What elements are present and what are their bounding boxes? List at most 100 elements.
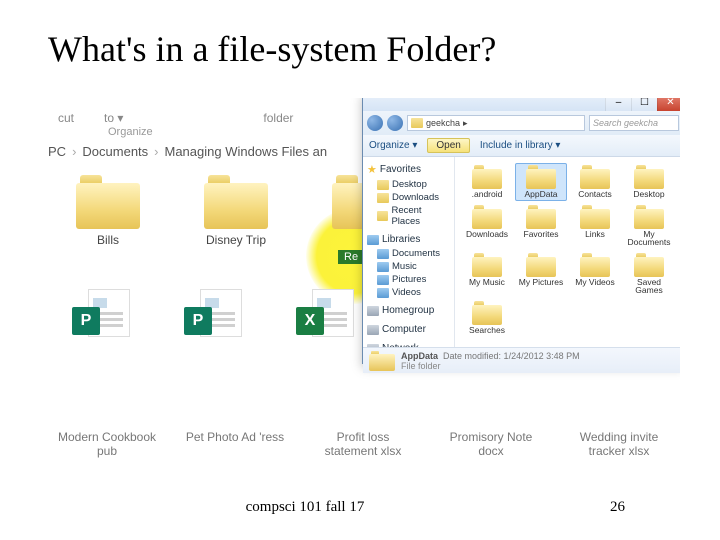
folder-item[interactable]: Links	[569, 203, 621, 249]
ribbon-folder[interactable]: folder	[263, 111, 293, 125]
maximize-button[interactable]: ☐	[631, 98, 657, 111]
address-segment[interactable]: geekcha	[426, 118, 460, 128]
folder-label: My Documents	[625, 230, 673, 247]
folder-label: Desktop	[633, 190, 664, 199]
folder-icon	[411, 118, 423, 128]
file-caption-row: Modern Cookbook pub Pet Photo Ad 'ress P…	[48, 418, 680, 459]
publisher-badge-icon: P	[184, 307, 212, 335]
sidebar-item-label: Videos	[392, 287, 421, 298]
file-item[interactable]: P	[68, 287, 132, 341]
breadcrumb[interactable]: PC› Documents› Managing Windows Files an	[48, 138, 408, 169]
sidebar-item-label: Documents	[392, 248, 440, 259]
folder-item[interactable]: Desktop	[623, 163, 675, 201]
open-button[interactable]: Open	[427, 138, 469, 153]
back-button[interactable]	[367, 115, 383, 131]
folder-icon	[580, 205, 610, 229]
sidebar-item-label: Pictures	[392, 274, 426, 285]
folder-icon	[526, 165, 556, 189]
folder-item[interactable]: Disney Trip	[196, 175, 276, 247]
favorites-label: Favorites	[380, 164, 421, 175]
address-bar[interactable]: geekcha ▸	[407, 115, 585, 131]
crumb-pc[interactable]: PC	[48, 144, 66, 159]
folder-item[interactable]: Saved Games	[623, 251, 675, 297]
folder-icon	[472, 253, 502, 277]
nav-pane: ★Favorites Desktop Downloads Recent Plac…	[363, 157, 455, 347]
star-icon: ★	[367, 163, 377, 176]
command-bar: Organize ▾ Open Include in library ▾	[363, 135, 680, 157]
explorer-body: ★Favorites Desktop Downloads Recent Plac…	[363, 157, 680, 347]
ribbon-cut[interactable]: cut	[58, 111, 74, 125]
sidebar-item-label: Downloads	[392, 192, 439, 203]
sidebar-item-documents[interactable]: Documents	[363, 247, 454, 260]
crumb-documents[interactable]: Documents	[82, 144, 148, 159]
favorites-header[interactable]: ★Favorites	[363, 161, 454, 178]
folder-grid: .android AppData Contacts Desktop Downloads F…	[461, 163, 677, 336]
libraries-header[interactable]: Libraries	[363, 232, 454, 247]
library-icon	[377, 262, 389, 272]
folder-icon	[377, 193, 389, 203]
homegroup-label: Homegroup	[382, 305, 434, 316]
sidebar-item-music[interactable]: Music	[363, 260, 454, 273]
folder-item[interactable]: Searches	[461, 299, 513, 337]
network-header[interactable]: Network	[363, 341, 454, 347]
crumb-folder[interactable]: Managing Windows Files an	[165, 144, 328, 159]
folder-item[interactable]: My Music	[461, 251, 513, 297]
folder-item[interactable]: .android	[461, 163, 513, 201]
folder-icon	[472, 205, 502, 229]
include-in-library-button[interactable]: Include in library ▾	[480, 140, 561, 151]
organize-button[interactable]: Organize ▾	[369, 140, 417, 151]
sidebar-item-label: Desktop	[392, 179, 427, 190]
folder-icon	[526, 205, 556, 229]
file-pane[interactable]: .android AppData Contacts Desktop Downloads F…	[455, 157, 680, 347]
titlebar[interactable]: – ☐ ✕	[363, 98, 680, 111]
file-item[interactable]: X	[292, 287, 356, 341]
file-caption: Promisory Note docx	[440, 430, 542, 459]
homegroup-icon	[367, 306, 379, 316]
sidebar-item-videos[interactable]: Videos	[363, 286, 454, 299]
network-icon	[367, 344, 379, 348]
file-caption: Wedding invite tracker xlsx	[568, 430, 670, 459]
folder-item[interactable]: Bills	[68, 175, 148, 247]
sidebar-item-recent[interactable]: Recent Places	[363, 204, 454, 228]
sidebar-item-label: Recent Places	[391, 205, 450, 227]
folder-label: Favorites	[524, 230, 559, 239]
slide-footer: compsci 101 fall 17 26	[0, 499, 720, 516]
folder-item[interactable]: AppData	[515, 163, 567, 201]
computer-header[interactable]: Computer	[363, 322, 454, 337]
library-icon	[377, 288, 389, 298]
minimize-icon: –	[616, 98, 622, 108]
folder-item[interactable]: My Pictures	[515, 251, 567, 297]
folder-label: Links	[585, 230, 605, 239]
slide-content: cut to ▾ folder Organize PC› Documents› …	[48, 98, 680, 480]
folder-item[interactable]: My Documents	[623, 203, 675, 249]
details-meta: Date modified: 1/24/2012 3:48 PM	[443, 351, 580, 361]
file-item[interactable]: P	[180, 287, 244, 341]
folder-item[interactable]: Downloads	[461, 203, 513, 249]
folder-item[interactable]: Contacts	[569, 163, 621, 201]
folder-item[interactable]: My Videos	[569, 251, 621, 297]
search-input[interactable]: Search geekcha	[589, 115, 679, 131]
folder-label: AppData	[524, 190, 557, 199]
homegroup-header[interactable]: Homegroup	[363, 303, 454, 318]
folder-label: Bills	[97, 233, 119, 247]
ribbon-to[interactable]: to ▾	[104, 111, 123, 125]
sidebar-item-pictures[interactable]: Pictures	[363, 273, 454, 286]
close-icon: ✕	[666, 98, 674, 108]
folder-item[interactable]: Favorites	[515, 203, 567, 249]
folder-icon	[472, 165, 502, 189]
footer-center: compsci 101 fall 17	[0, 499, 610, 516]
folder-icon	[580, 165, 610, 189]
sidebar-item-desktop[interactable]: Desktop	[363, 178, 454, 191]
folder-icon	[634, 165, 664, 189]
library-icon	[367, 235, 379, 245]
maximize-icon: ☐	[640, 98, 649, 108]
bg-explorer: cut to ▾ folder Organize PC› Documents› …	[48, 98, 408, 458]
sidebar-item-downloads[interactable]: Downloads	[363, 191, 454, 204]
library-icon	[377, 275, 389, 285]
close-button[interactable]: ✕	[657, 98, 680, 111]
minimize-button[interactable]: –	[605, 98, 631, 111]
forward-button[interactable]	[387, 115, 403, 131]
folder-label: Saved Games	[625, 278, 673, 295]
ribbon-organize-label: Organize	[108, 126, 153, 138]
libraries-label: Libraries	[382, 234, 420, 245]
